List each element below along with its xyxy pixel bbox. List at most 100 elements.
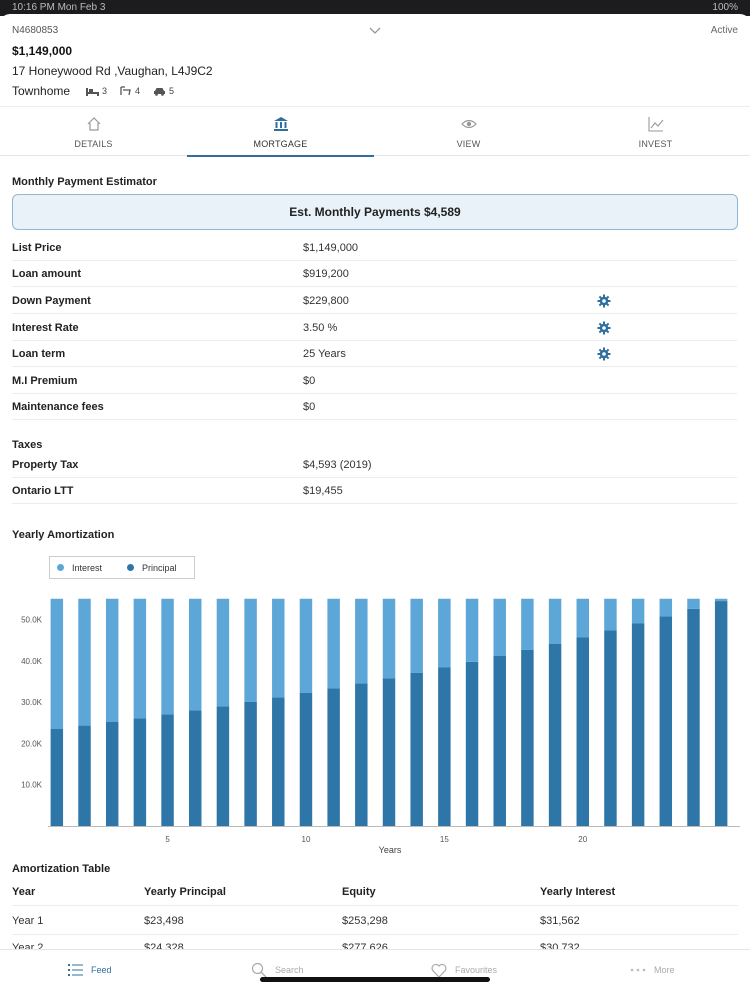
parking-feature: 5 bbox=[153, 86, 174, 96]
bar-principal bbox=[355, 683, 368, 826]
bar-principal bbox=[299, 692, 313, 826]
row-label: Maintenance fees bbox=[12, 401, 104, 413]
bar-principal bbox=[327, 688, 340, 826]
nav-favourites-label: Favourites bbox=[455, 965, 498, 975]
property-type: Townhome bbox=[12, 84, 71, 98]
bar-principal bbox=[659, 616, 673, 826]
gear-icon[interactable] bbox=[597, 294, 611, 308]
bar-interest bbox=[687, 598, 700, 609]
bar-principal bbox=[244, 701, 257, 826]
y-tick-label: 20.0K bbox=[21, 739, 43, 748]
tab-view[interactable]: VIEW bbox=[375, 107, 562, 156]
bar-interest bbox=[244, 598, 257, 702]
row-value: $0 bbox=[303, 375, 316, 387]
home-indicator bbox=[260, 977, 490, 982]
bar-principal bbox=[272, 697, 285, 826]
bar-principal bbox=[465, 661, 479, 826]
baths-count: 4 bbox=[135, 86, 141, 96]
bottom-nav: Feed Search Favourites More bbox=[0, 949, 750, 1000]
table-header-row: Year Yearly Principal Equity Yearly Inte… bbox=[12, 879, 738, 906]
bar-interest bbox=[189, 598, 202, 711]
bar-interest bbox=[521, 598, 534, 650]
nav-feed[interactable]: Feed bbox=[68, 960, 112, 980]
tab-details-label: DETAILS bbox=[74, 139, 113, 149]
bar-interest bbox=[659, 598, 673, 617]
table-row: Year 1 $23,498 $253,298 $31,562 bbox=[12, 908, 738, 935]
legend-label-principal: Principal bbox=[142, 563, 177, 573]
parking-count: 5 bbox=[169, 86, 175, 96]
chart-line-icon bbox=[648, 117, 664, 132]
legend-swatch-principal bbox=[127, 564, 134, 571]
beds-count: 3 bbox=[102, 86, 108, 96]
y-tick-label: 10.0K bbox=[21, 781, 43, 790]
row-property-tax: Property Tax $4,593 (2019) bbox=[12, 452, 737, 478]
bar-principal bbox=[410, 672, 423, 826]
car-icon bbox=[154, 87, 165, 96]
bed-icon bbox=[86, 87, 99, 96]
row-value: 25 Years bbox=[303, 348, 346, 360]
bar-interest bbox=[78, 598, 91, 726]
estimate-summary: Est. Monthly Payments $4,589 bbox=[12, 194, 738, 230]
column-header: Year bbox=[12, 886, 36, 898]
nav-more-label: More bbox=[654, 965, 675, 975]
row-ontario-ltt: Ontario LTT $19,455 bbox=[12, 478, 737, 504]
row-value: $919,200 bbox=[303, 268, 349, 280]
column-header: Yearly Principal bbox=[144, 886, 226, 898]
row-mi-premium: M.I Premium $0 bbox=[12, 368, 737, 394]
heart-icon bbox=[431, 963, 447, 978]
tab-invest[interactable]: INVEST bbox=[562, 107, 749, 156]
bar-interest bbox=[216, 598, 230, 707]
row-loan-term: Loan term 25 Years bbox=[12, 341, 737, 367]
row-label: Interest Rate bbox=[12, 322, 79, 334]
more-dots-icon bbox=[630, 968, 646, 972]
home-icon bbox=[87, 117, 101, 131]
x-tick-label: 10 bbox=[302, 835, 311, 844]
bar-interest bbox=[299, 598, 313, 693]
gear-icon[interactable] bbox=[597, 347, 611, 361]
bar-interest bbox=[327, 598, 340, 689]
row-value: $229,800 bbox=[303, 295, 349, 307]
bar-interest bbox=[604, 598, 617, 631]
tab-details[interactable]: DETAILS bbox=[0, 107, 187, 156]
row-label: Property Tax bbox=[12, 459, 79, 471]
nav-search-label: Search bbox=[275, 965, 304, 975]
y-tick-label: 30.0K bbox=[21, 698, 43, 707]
baths-feature: 4 bbox=[120, 86, 140, 96]
listing-price: $1,149,000 bbox=[12, 44, 73, 58]
bar-interest bbox=[548, 598, 562, 644]
bar-principal bbox=[687, 608, 700, 826]
row-label: Ontario LTT bbox=[12, 485, 74, 497]
chevron-down-icon[interactable] bbox=[368, 23, 382, 37]
row-label: Down Payment bbox=[12, 295, 91, 307]
row-label: List Price bbox=[12, 242, 62, 254]
table-cell: $23,498 bbox=[144, 915, 184, 927]
bar-principal bbox=[50, 729, 64, 826]
row-label: Loan amount bbox=[12, 268, 82, 280]
eye-icon bbox=[461, 119, 477, 129]
nav-more[interactable]: More bbox=[630, 960, 675, 980]
listing-header: N4680853 Active $1,149,000 17 Honeywood … bbox=[0, 14, 750, 104]
amortization-chart-title: Yearly Amortization bbox=[12, 529, 115, 541]
bar-principal bbox=[382, 678, 396, 826]
bar-principal bbox=[631, 623, 645, 826]
bar-interest bbox=[493, 598, 506, 656]
row-value: $19,455 bbox=[303, 485, 343, 497]
y-tick-label: 40.0K bbox=[21, 657, 43, 666]
bar-interest bbox=[272, 598, 285, 698]
search-icon bbox=[251, 962, 267, 978]
x-tick-label: 20 bbox=[578, 835, 587, 844]
bar-principal bbox=[576, 637, 589, 826]
table-cell: $31,562 bbox=[540, 915, 580, 927]
tab-invest-label: INVEST bbox=[638, 139, 673, 149]
gear-icon[interactable] bbox=[597, 321, 611, 335]
row-value: 3.50 % bbox=[303, 322, 338, 334]
estimator-title: Monthly Payment Estimator bbox=[12, 176, 157, 188]
column-header: Yearly Interest bbox=[540, 886, 616, 898]
bar-principal bbox=[161, 714, 174, 826]
status-battery: 100% bbox=[712, 2, 738, 13]
tab-mortgage[interactable]: MORTGAGE bbox=[187, 107, 374, 157]
row-label: Loan term bbox=[12, 348, 66, 360]
taxes-title: Taxes bbox=[12, 439, 43, 451]
bar-principal bbox=[438, 667, 451, 826]
status-time: 10:16 PM Mon Feb 3 bbox=[12, 2, 106, 13]
